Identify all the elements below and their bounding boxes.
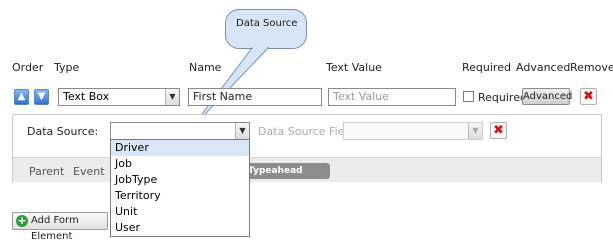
advanced-button-label: Advanced	[523, 91, 573, 102]
header-name: Name	[189, 61, 222, 74]
advanced-button[interactable]: Advanced	[522, 88, 573, 105]
option-unit[interactable]: Unit	[111, 204, 249, 220]
add-form-element-button[interactable]: + Add Form Element	[12, 212, 108, 242]
type-select[interactable]: Text Box ▼	[58, 88, 180, 106]
option-job[interactable]: Job	[111, 156, 249, 172]
header-text-value: Text Value	[326, 61, 382, 74]
plus-icon: +	[16, 214, 28, 227]
add-form-element-label: Add Form Element	[31, 215, 79, 242]
close-icon: ✖	[583, 89, 594, 104]
close-icon: ✖	[493, 123, 504, 138]
required-checkbox[interactable]	[463, 91, 474, 102]
up-arrow-icon: ▲	[17, 91, 26, 102]
data-source-field-select[interactable]: ▼	[343, 122, 483, 140]
chevron-down-icon: ▼	[165, 89, 179, 105]
text-value-placeholder: Text Value	[333, 90, 389, 103]
tab-parent[interactable]: Parent	[29, 165, 64, 178]
header-advanced: Advanced	[516, 61, 571, 74]
text-value-input[interactable]: Text Value	[328, 88, 456, 106]
option-territory[interactable]: Territory	[111, 188, 249, 204]
data-source-select[interactable]: ▼	[110, 122, 250, 140]
tab-typeahead-search[interactable]: Typeahead Search	[244, 163, 330, 192]
down-arrow-icon: ▼	[37, 91, 46, 102]
type-select-value: Text Box	[63, 90, 110, 103]
name-input-value: First Name	[193, 90, 253, 103]
tab-event[interactable]: Event	[73, 165, 105, 178]
option-driver[interactable]: Driver	[111, 140, 249, 156]
data-source-dropdown-list: Driver Job JobType Territory Unit User	[110, 139, 250, 237]
chevron-down-icon: ▼	[235, 123, 249, 139]
header-order: Order	[12, 61, 44, 74]
name-input[interactable]: First Name	[188, 88, 322, 106]
required-checkbox-label: Required	[478, 91, 527, 104]
option-jobtype[interactable]: JobType	[111, 172, 249, 188]
move-down-button[interactable]: ▼	[34, 89, 49, 105]
remove-data-source-button[interactable]: ✖	[490, 122, 507, 139]
option-user[interactable]: User	[111, 220, 249, 236]
header-type: Type	[54, 61, 80, 74]
remove-row-button[interactable]: ✖	[580, 88, 597, 105]
chevron-down-icon: ▼	[468, 123, 482, 139]
header-required: Required	[462, 61, 511, 74]
move-up-button[interactable]: ▲	[14, 89, 29, 105]
data-source-label: Data Source:	[27, 125, 99, 138]
header-remove: Remove	[570, 61, 613, 74]
